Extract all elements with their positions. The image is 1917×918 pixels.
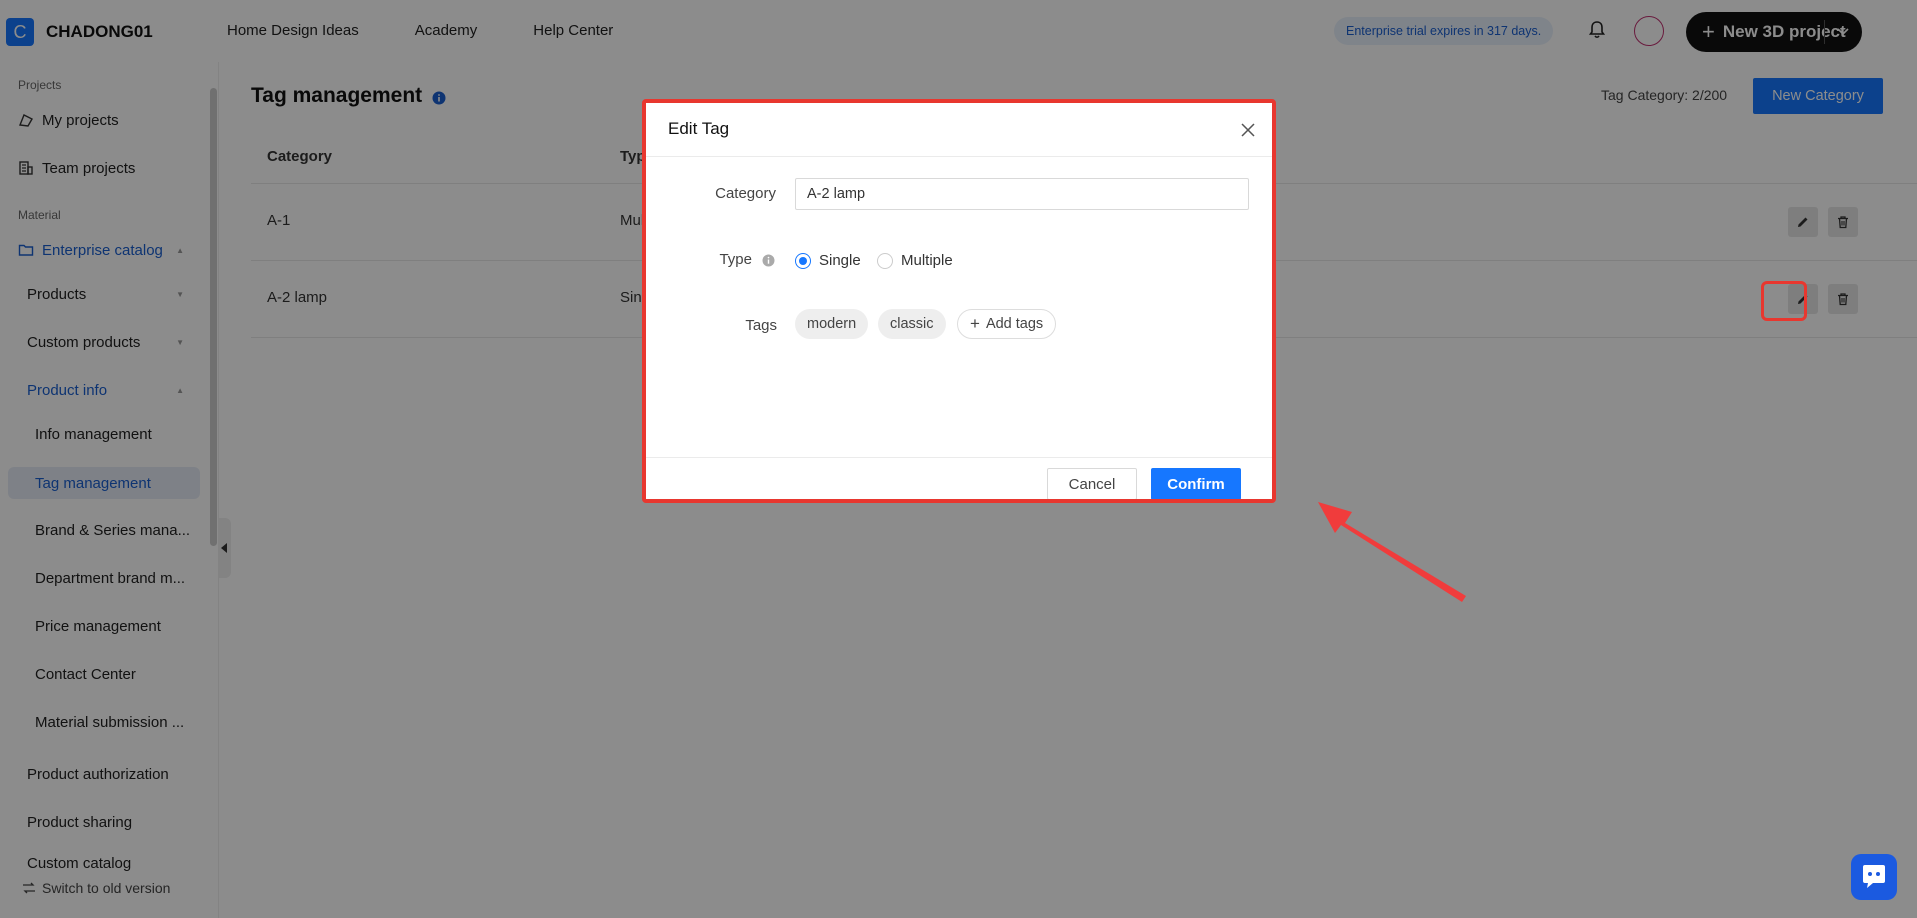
chat-bot-icon [1863, 865, 1885, 888]
chat-support-button[interactable] [1851, 854, 1897, 900]
edit-button-highlight [1761, 281, 1807, 321]
dialog-highlight-frame [642, 99, 1276, 503]
annotation-arrow [1318, 502, 1466, 602]
